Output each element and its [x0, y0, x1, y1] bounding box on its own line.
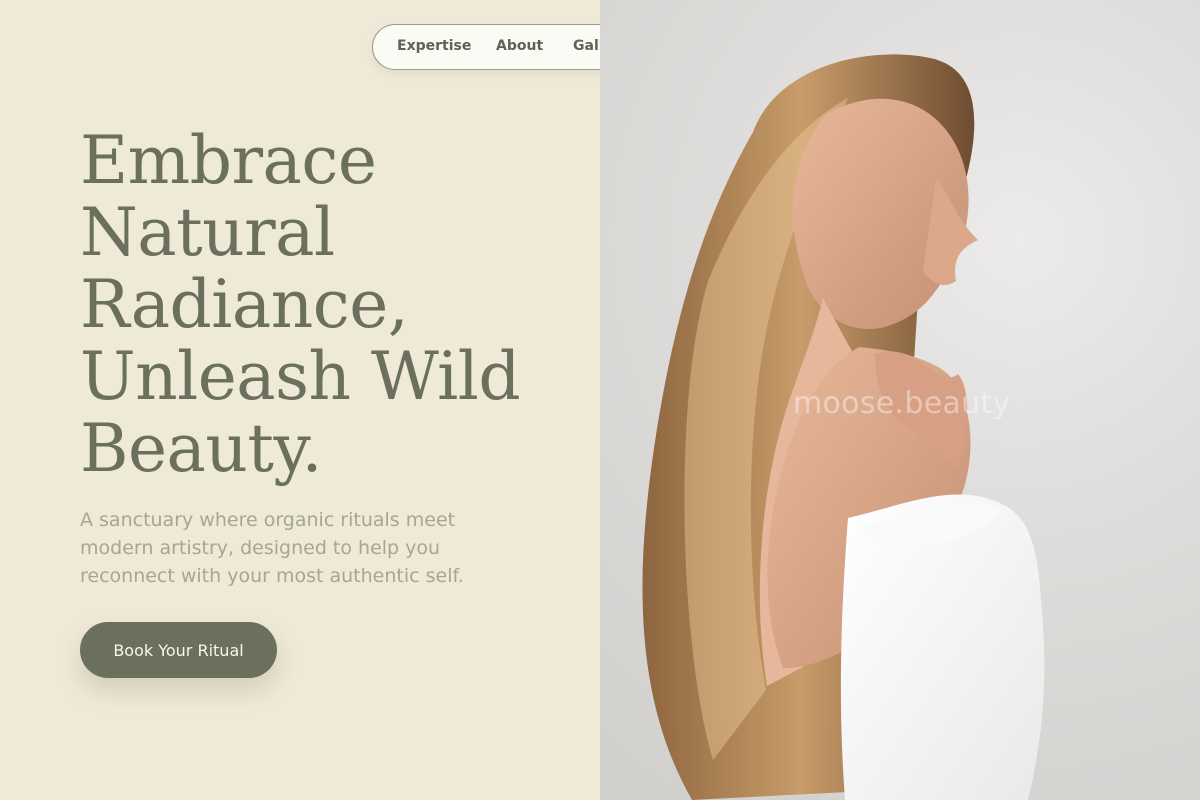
nav-link-gallery[interactable]: Gall: [573, 38, 604, 56]
nav-link-expertise[interactable]: Expertise: [397, 38, 471, 56]
hero-subtitle: A sanctuary where organic rituals meet m…: [80, 509, 464, 587]
book-ritual-button[interactable]: Book Your Ritual: [80, 622, 277, 678]
hero-title: Embrace Natural Radiance, Unleash Wild B…: [80, 122, 521, 487]
nav-link-about[interactable]: About: [496, 38, 543, 56]
image-watermark: moose.beauty: [793, 386, 1011, 421]
